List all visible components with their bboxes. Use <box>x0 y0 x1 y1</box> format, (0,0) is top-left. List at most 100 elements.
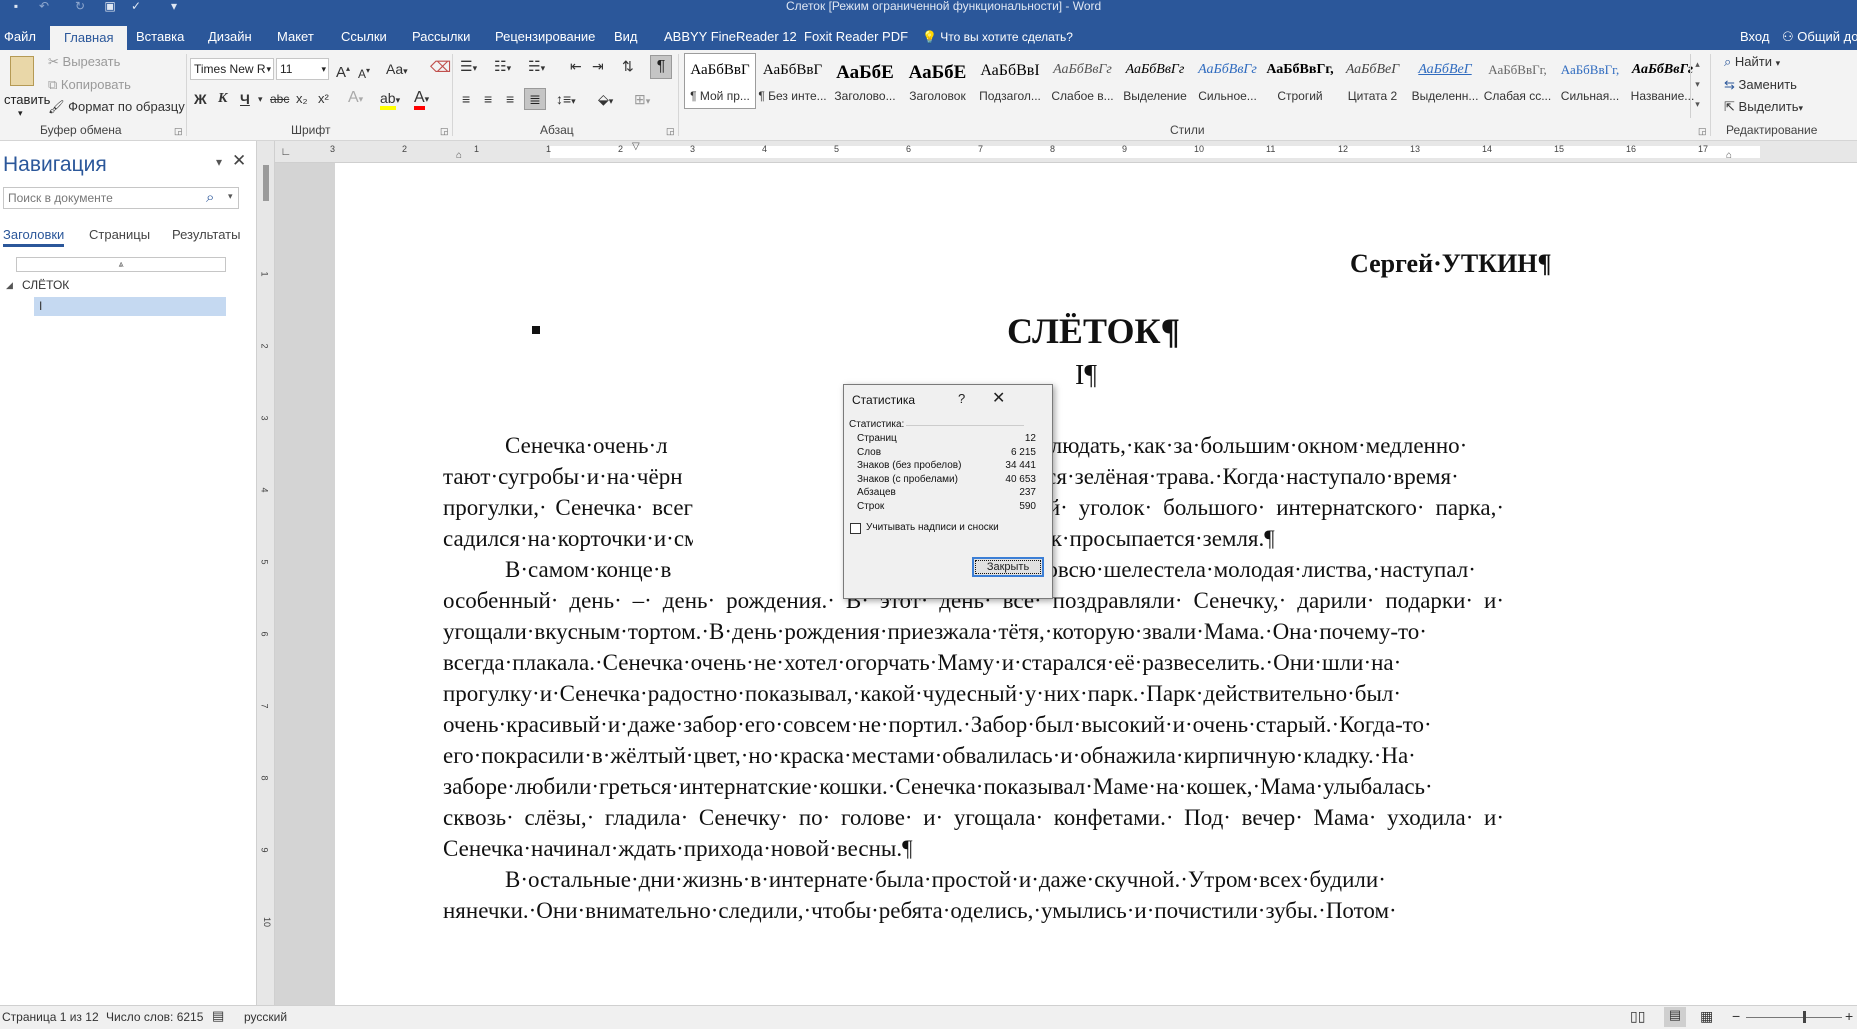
style-item[interactable]: АаБбВеГ Выделенн... <box>1409 53 1481 109</box>
tab-headings[interactable]: Заголовки <box>3 227 65 247</box>
collapse-all-button[interactable]: ⩓ <box>16 257 226 272</box>
justify-button[interactable]: ≣ <box>524 88 546 110</box>
line-spacing-button[interactable]: ↕≡▾ <box>556 91 576 109</box>
language-indicator[interactable]: русский <box>244 1010 287 1024</box>
tab-foxit[interactable]: Foxit Reader PDF <box>804 24 908 50</box>
search-input[interactable]: Поиск в документе ⌕ ▾ <box>3 187 239 209</box>
italic-button[interactable]: К <box>218 91 228 107</box>
styles-scroll[interactable]: ▴ ▾ ▾ <box>1690 54 1704 118</box>
show-formatting-button[interactable]: ¶ <box>650 55 672 79</box>
bold-button[interactable]: Ж <box>194 91 207 107</box>
style-item[interactable]: АаБбВвГг Название... <box>1627 53 1699 109</box>
style-item[interactable]: АаБбЕ Заголовок <box>902 53 974 109</box>
close-icon[interactable]: ✕ <box>992 388 1005 408</box>
subscript-button[interactable]: x₂ <box>296 91 308 107</box>
tab-mailings[interactable]: Рассылки <box>412 24 470 50</box>
dialog-launcher-icon[interactable]: ◲ <box>1698 126 1707 137</box>
multilevel-list-button[interactable]: ☵▾ <box>528 58 545 76</box>
replace-button[interactable]: ⇆ Заменить <box>1724 77 1797 93</box>
borders-button[interactable]: ⊞▾ <box>634 91 650 109</box>
clear-formatting-button[interactable]: ⌫ <box>430 60 451 76</box>
shrink-font-button[interactable]: A▾ <box>358 63 370 82</box>
chevron-down-icon[interactable]: ▾ <box>258 91 263 107</box>
format-painter-button[interactable]: 🖌 Формат по образцу <box>48 99 185 115</box>
document-page[interactable]: Сергей·УТКИН¶ СЛЁТОК¶ I¶ Сенечка·очень·л… <box>335 163 1857 1005</box>
cut-button[interactable]: ✂ Вырезать <box>48 54 120 70</box>
font-color-button[interactable]: A▾ <box>414 89 429 110</box>
dialog-launcher-icon[interactable]: ◲ <box>174 126 183 137</box>
zoom-slider-thumb[interactable] <box>1803 1011 1806 1023</box>
bullets-button[interactable]: ☰▾ <box>460 58 477 76</box>
pane-options-icon[interactable]: ▾ <box>216 155 222 169</box>
style-item[interactable]: АаБбВвГг Выделение <box>1119 53 1191 109</box>
sign-in-link[interactable]: Вход <box>1740 24 1769 50</box>
proofing-icon[interactable]: ▤ <box>212 1008 224 1024</box>
style-item[interactable]: АаБбВвГг, Строгий <box>1264 53 1336 109</box>
heading-item-selected[interactable]: I <box>34 297 226 316</box>
dialog-launcher-icon[interactable]: ◲ <box>666 126 675 137</box>
close-button[interactable]: Закрыть <box>972 557 1044 577</box>
share-button[interactable]: ⚇ Общий до <box>1782 24 1857 50</box>
spelling-icon[interactable]: ✓ <box>128 0 144 14</box>
style-item[interactable]: АаБбВвГ ¶ Мой пр... <box>684 53 756 109</box>
redo-icon[interactable]: ↻ <box>72 0 88 14</box>
collapse-icon[interactable]: ◢ <box>6 280 13 291</box>
tab-review[interactable]: Рецензирование <box>495 24 595 50</box>
text-effects-button[interactable]: A▾ <box>348 90 363 107</box>
decrease-indent-button[interactable]: ⇤ <box>570 58 582 74</box>
align-center-button[interactable]: ≡ <box>484 91 492 107</box>
style-item[interactable]: АаБбВвГ ¶ Без инте... <box>757 53 829 109</box>
style-item[interactable]: АаБбВвГг Сильное... <box>1192 53 1264 109</box>
save-icon[interactable]: ▪ <box>8 0 24 14</box>
numbering-button[interactable]: ☷▾ <box>494 58 511 76</box>
tab-file[interactable]: Файл <box>4 24 36 50</box>
font-size-combo[interactable]: 11 ▾ <box>276 58 329 80</box>
select-button[interactable]: ⇱ Выделить▾ <box>1724 99 1803 116</box>
highlight-button[interactable]: ab▾ <box>380 90 400 110</box>
change-case-button[interactable]: Aa▾ <box>386 61 408 79</box>
help-button[interactable]: ? <box>958 391 965 406</box>
strikethrough-button[interactable]: abc <box>270 91 289 107</box>
align-left-button[interactable]: ≡ <box>462 91 470 107</box>
right-indent-marker[interactable]: ⌂ <box>1726 150 1732 161</box>
tab-design[interactable]: Дизайн <box>208 24 252 50</box>
superscript-button[interactable]: x² <box>318 91 329 107</box>
underline-button[interactable]: Ч <box>240 91 250 107</box>
chevron-down-icon[interactable]: ▾ <box>228 191 233 202</box>
search-icon[interactable]: ⌕ <box>206 189 214 206</box>
align-right-button[interactable]: ≡ <box>506 91 514 107</box>
style-item[interactable]: АаБбВвГг Слабое в... <box>1047 53 1119 109</box>
style-item[interactable]: АаБбВвГг, Слабая сс... <box>1482 53 1554 109</box>
page-indicator[interactable]: Страница 1 из 12 <box>2 1010 99 1024</box>
word-count-indicator[interactable]: Число слов: 6215 <box>106 1010 203 1024</box>
tell-me-box[interactable]: 💡 Что вы хотите сделать? <box>922 24 1073 50</box>
top-margin-marker[interactable] <box>263 165 269 201</box>
tab-home[interactable]: Главная <box>50 26 128 50</box>
tab-references[interactable]: Ссылки <box>341 24 387 50</box>
paste-button[interactable]: ставить ▾ <box>4 54 50 120</box>
increase-indent-button[interactable]: ⇥ <box>592 58 604 74</box>
include-textboxes-checkbox[interactable] <box>850 523 861 534</box>
grow-font-button[interactable]: A▴ <box>336 61 350 81</box>
tab-abbyy[interactable]: ABBYY FineReader 12 <box>664 24 797 50</box>
tab-results[interactable]: Результаты <box>172 227 240 242</box>
tab-insert[interactable]: Вставка <box>136 24 184 50</box>
zoom-out-icon[interactable]: − <box>1732 1008 1740 1024</box>
style-item[interactable]: АаБбВвІ Подзагол... <box>974 53 1046 109</box>
read-mode-icon[interactable]: ▯▯ <box>1630 1008 1645 1025</box>
style-item[interactable]: АаБбВеГ Цитата 2 <box>1337 53 1409 109</box>
find-button[interactable]: ⌕ Найти ▾ <box>1724 54 1780 71</box>
close-icon[interactable]: ✕ <box>232 151 246 171</box>
print-layout-icon[interactable]: ▤ <box>1664 1007 1686 1027</box>
print-preview-icon[interactable]: ▣ <box>102 0 118 14</box>
tab-pages[interactable]: Страницы <box>89 227 150 242</box>
undo-icon[interactable]: ↶ <box>36 0 52 14</box>
web-layout-icon[interactable]: ▦ <box>1700 1008 1713 1025</box>
shading-button[interactable]: ⬙▾ <box>598 91 613 109</box>
style-item[interactable]: АаБбВвГг, Сильная... <box>1554 53 1626 109</box>
zoom-in-icon[interactable]: + <box>1845 1008 1853 1024</box>
dialog-launcher-icon[interactable]: ◲ <box>440 126 449 137</box>
copy-button[interactable]: ⧉ Копировать <box>48 77 131 93</box>
style-item[interactable]: АаБбЕ Заголово... <box>829 53 901 109</box>
sort-button[interactable]: ⇅ <box>622 58 634 74</box>
